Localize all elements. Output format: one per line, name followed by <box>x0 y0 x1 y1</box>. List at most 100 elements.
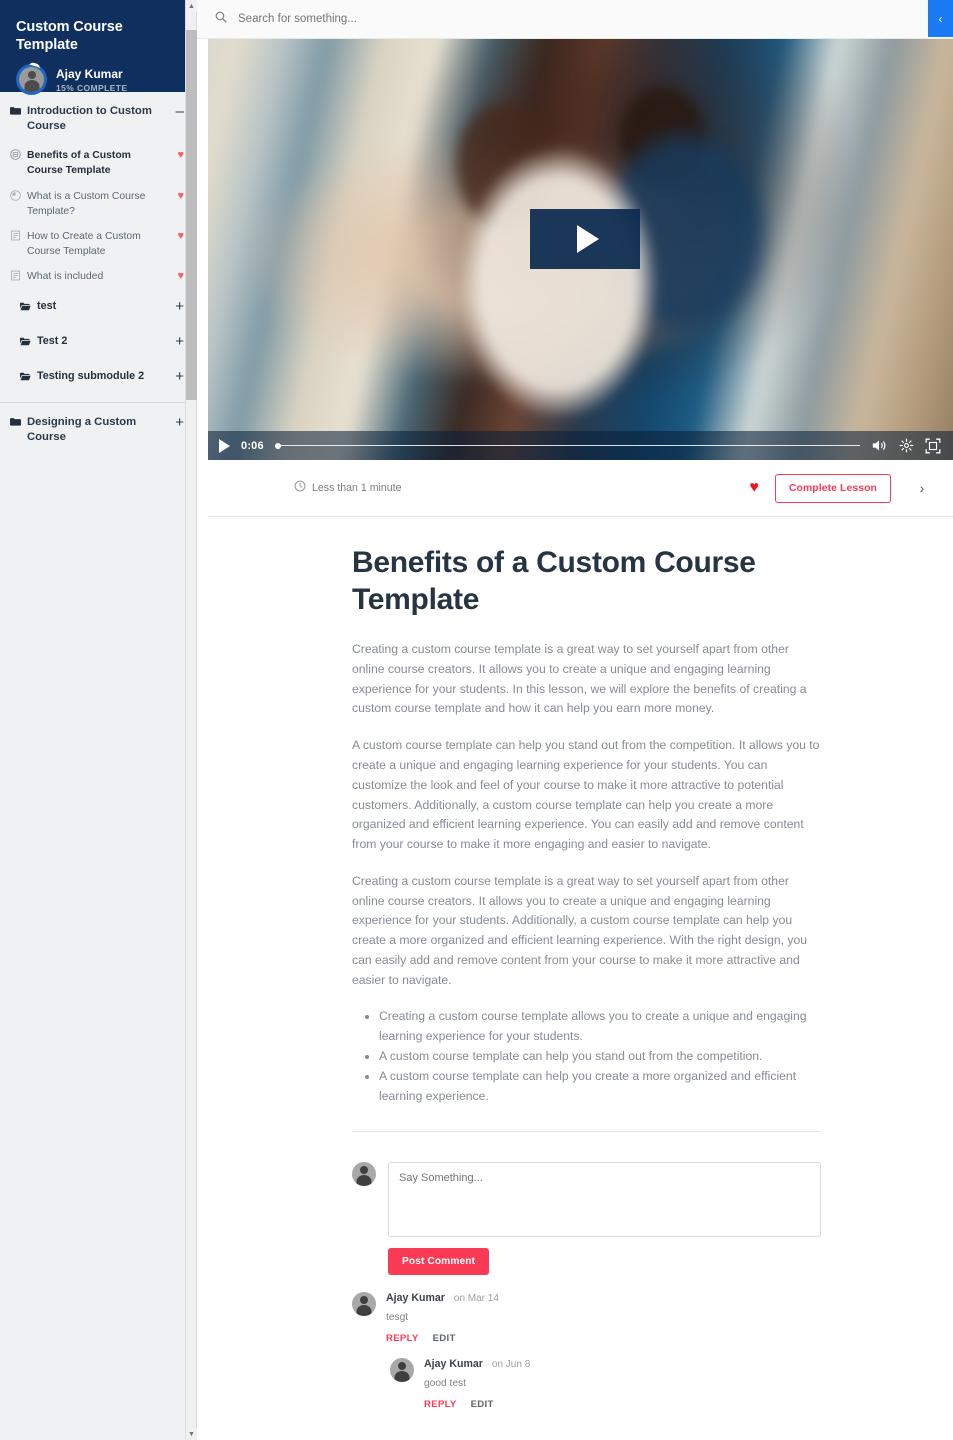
sidebar-header: Custom Course Template Ajay Kumar 15% CO… <box>0 0 196 96</box>
comment-actions: REPLY EDIT <box>386 1333 499 1344</box>
module-collapse-toggle[interactable]: – <box>172 104 184 119</box>
gear-icon[interactable] <box>899 438 914 453</box>
sidebar-lesson-benefits[interactable]: Benefits of a Custom Course Template ♥ <box>0 143 196 183</box>
comment-date: on Jun 8 <box>491 1359 531 1371</box>
avatar <box>352 1292 376 1317</box>
heart-icon[interactable]: ♥ <box>177 269 184 283</box>
scroll-down-arrow[interactable]: ▼ <box>186 1428 197 1440</box>
lesson-duration: Less than 1 minute <box>294 479 402 497</box>
list-item: A custom course template can help you cr… <box>379 1067 821 1107</box>
lesson-paragraph: Creating a custom course template is a g… <box>352 873 808 987</box>
clock-icon <box>294 479 306 497</box>
comment-header: Ajay Kumar on Jun 8 <box>424 1358 530 1370</box>
comment-form <box>352 1162 821 1238</box>
search-box[interactable] <box>197 10 636 28</box>
module-expand-toggle[interactable]: + <box>171 415 184 430</box>
sidebar-submodule-testing-submodule-2[interactable]: Testing submodule 2 + <box>0 359 196 394</box>
edit-link[interactable]: EDIT <box>471 1399 494 1410</box>
folder-filled-icon <box>10 105 21 116</box>
play-button[interactable] <box>219 438 230 453</box>
folder-filled-icon <box>10 416 21 427</box>
list-item: Creating a custom course template allows… <box>379 1007 821 1047</box>
lesson-bullet-list: Creating a custom course template allows… <box>352 1007 821 1106</box>
submodule-expand-toggle[interactable]: + <box>171 299 184 314</box>
top-bar: ‹ <box>197 0 953 39</box>
comment-author: Ajay Kumar <box>386 1292 445 1305</box>
sidebar-lesson-what-is-template[interactable]: What is a Custom Course Template? ♥ <box>0 184 196 224</box>
clock-icon <box>10 189 21 201</box>
avatar <box>390 1358 414 1383</box>
progress-knob[interactable] <box>274 442 281 449</box>
play-icon <box>576 225 599 253</box>
edit-link[interactable]: EDIT <box>433 1333 456 1344</box>
video-circle-icon <box>10 149 21 161</box>
comment-input[interactable] <box>388 1162 821 1238</box>
video-play-overlay-button[interactable] <box>530 209 640 269</box>
module-title: Introduction to Custom Course <box>27 105 152 132</box>
comment-text: good test <box>424 1378 466 1390</box>
comment-author: Ajay Kumar <box>424 1358 483 1371</box>
comment-date: on Mar 14 <box>453 1293 499 1305</box>
lesson-paragraph: A custom course template can help you st… <box>352 738 820 852</box>
avatar <box>352 1162 376 1187</box>
course-sidebar: Custom Course Template Ajay Kumar 15% CO… <box>0 0 197 1440</box>
volume-icon[interactable] <box>871 438 888 453</box>
search-input[interactable] <box>236 12 636 26</box>
scrollbar-thumb[interactable] <box>186 30 197 400</box>
heart-icon[interactable]: ♥ <box>177 189 184 203</box>
page-title: Benefits of a Custom Course Template <box>352 546 756 616</box>
lesson-label: What is included <box>27 270 104 282</box>
comment-header: Ajay Kumar on Mar 14 <box>386 1292 499 1304</box>
sidebar-module-designing[interactable]: Designing a Custom Course + <box>0 403 196 454</box>
lesson-label: What is a Custom Course Template? <box>27 190 146 217</box>
sidebar-module-introduction[interactable]: Introduction to Custom Course – <box>0 92 196 143</box>
video-player[interactable]: 0:06 <box>208 39 953 460</box>
video-current-time: 0:06 <box>241 439 264 452</box>
video-progress-bar[interactable] <box>274 439 860 453</box>
next-lesson-button[interactable]: › <box>891 480 953 496</box>
user-name: Ajay Kumar <box>56 66 123 81</box>
complete-lesson-button[interactable]: Complete Lesson <box>774 473 891 503</box>
lesson-paragraph: Creating a custom course template is a g… <box>352 642 807 716</box>
chevron-right-icon: › <box>919 480 925 496</box>
folder-open-icon <box>20 372 31 381</box>
video-controls-bar: 0:06 <box>208 431 953 460</box>
course-player-page: Custom Course Template Ajay Kumar 15% CO… <box>0 0 953 1440</box>
submodule-title: Testing submodule 2 <box>37 370 145 383</box>
sidebar-submodule-test-2[interactable]: Test 2 + <box>0 324 196 359</box>
folder-open-icon <box>20 337 31 346</box>
comment-actions: REPLY EDIT <box>424 1399 530 1410</box>
submodule-title: test <box>37 300 57 313</box>
sidebar-lesson-how-to-create[interactable]: How to Create a Custom Course Template ♥ <box>0 224 196 264</box>
course-title: Custom Course Template <box>16 19 123 54</box>
lesson-label: How to Create a Custom Course Template <box>27 230 141 257</box>
lesson-label: Benefits of a Custom Course Template <box>27 150 131 177</box>
fullscreen-icon[interactable] <box>925 438 941 454</box>
heart-icon[interactable]: ♥ <box>177 229 184 243</box>
submodule-expand-toggle[interactable]: + <box>171 334 184 349</box>
sidebar-scrollbar[interactable]: ▲ ▼ <box>185 0 197 1440</box>
sidebar-collapse-button[interactable]: ‹ <box>928 0 953 37</box>
avatar <box>16 64 47 96</box>
course-navigation: Introduction to Custom Course – Benefits… <box>0 92 196 464</box>
comment-reply-item: Ajay Kumar on Jun 8 good test REPLY EDIT <box>390 1358 821 1410</box>
chevron-left-icon: ‹ <box>938 11 943 26</box>
folder-open-icon <box>20 302 31 311</box>
list-item: A custom course template can help you st… <box>379 1047 821 1067</box>
submodule-expand-toggle[interactable]: + <box>171 369 184 384</box>
scroll-up-arrow[interactable]: ▲ <box>186 0 197 12</box>
module-title: Designing a Custom Course <box>27 415 137 443</box>
comment-text: tesgt <box>386 1312 409 1324</box>
progress-label: 15% COMPLETE <box>56 82 128 93</box>
sidebar-lesson-what-is-included[interactable]: What is included ♥ <box>0 264 196 289</box>
reply-link[interactable]: REPLY <box>386 1333 419 1344</box>
search-icon <box>215 10 227 28</box>
favorite-heart-icon[interactable]: ♥ <box>749 479 759 497</box>
lesson-content: Benefits of a Custom Course Template Cre… <box>208 517 953 1440</box>
user-progress-block[interactable]: Ajay Kumar 15% COMPLETE <box>14 64 182 96</box>
document-icon <box>10 270 21 281</box>
sidebar-submodule-test[interactable]: test + <box>0 289 196 324</box>
post-comment-button[interactable]: Post Comment <box>388 1248 490 1276</box>
heart-icon[interactable]: ♥ <box>177 148 184 162</box>
reply-link[interactable]: REPLY <box>424 1399 457 1410</box>
